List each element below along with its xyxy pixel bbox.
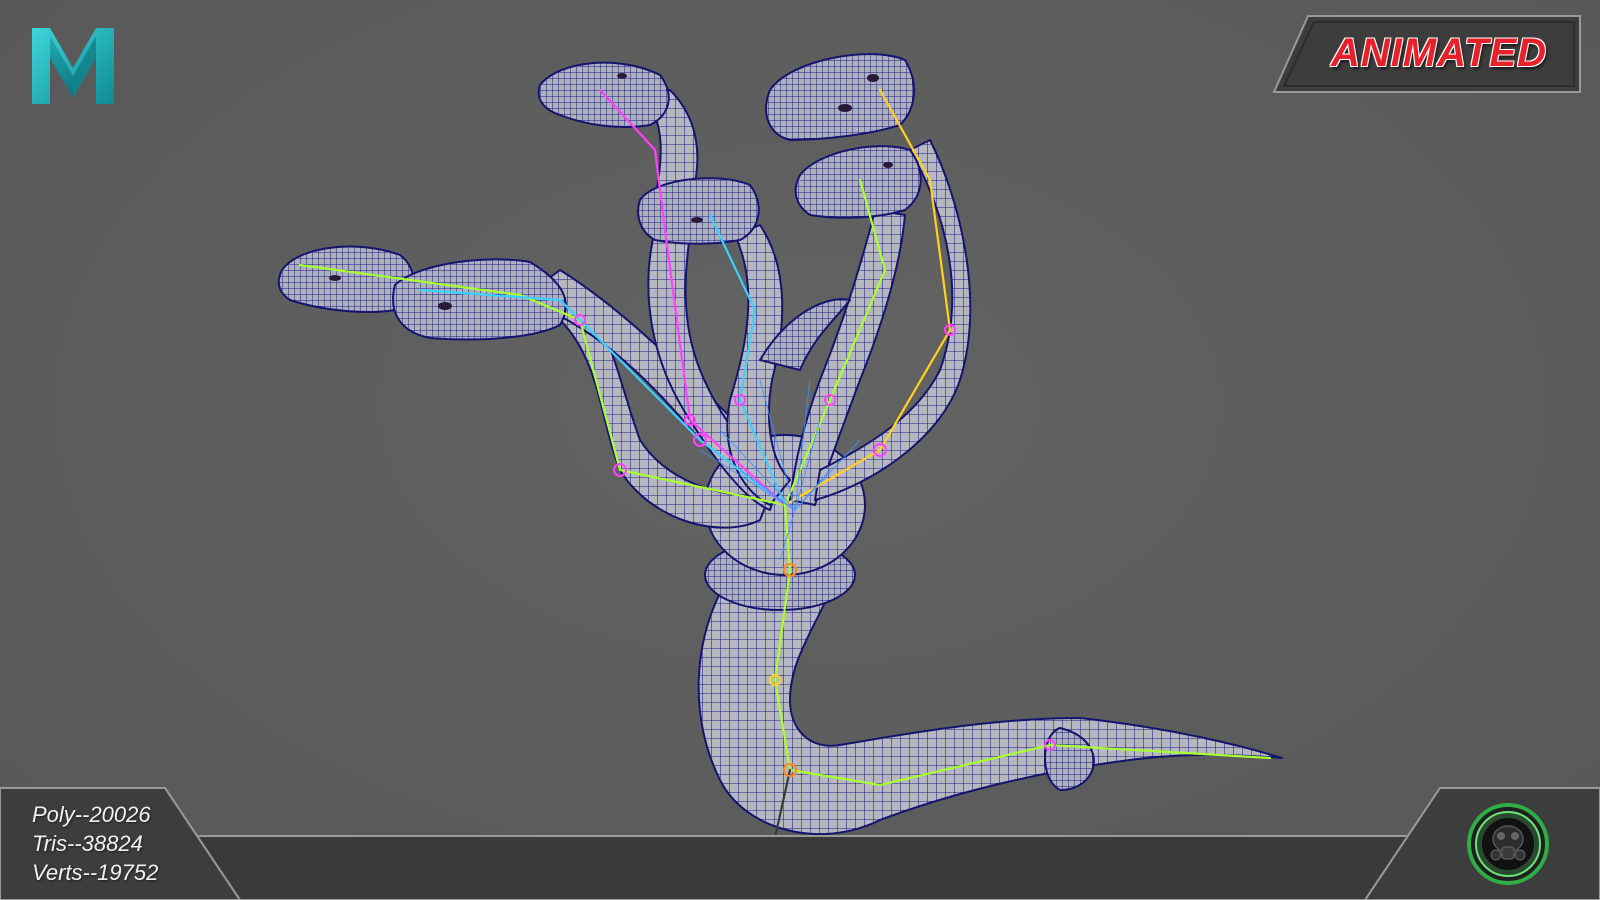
bottom-info-bar	[0, 780, 1600, 900]
viewport[interactable]: ANIMATED Poly--20026 Tris--38824 Verts--…	[0, 0, 1600, 900]
hydra-wireframe-icon[interactable]	[0, 0, 1600, 900]
tris-count: Tris--38824	[32, 831, 143, 856]
mesh-stats: Poly--20026 Tris--38824 Verts--19752	[32, 800, 222, 887]
gas-mask-emblem-icon	[1467, 803, 1549, 885]
verts-count: Verts--19752	[32, 860, 159, 885]
poly-count: Poly--20026	[32, 802, 151, 827]
